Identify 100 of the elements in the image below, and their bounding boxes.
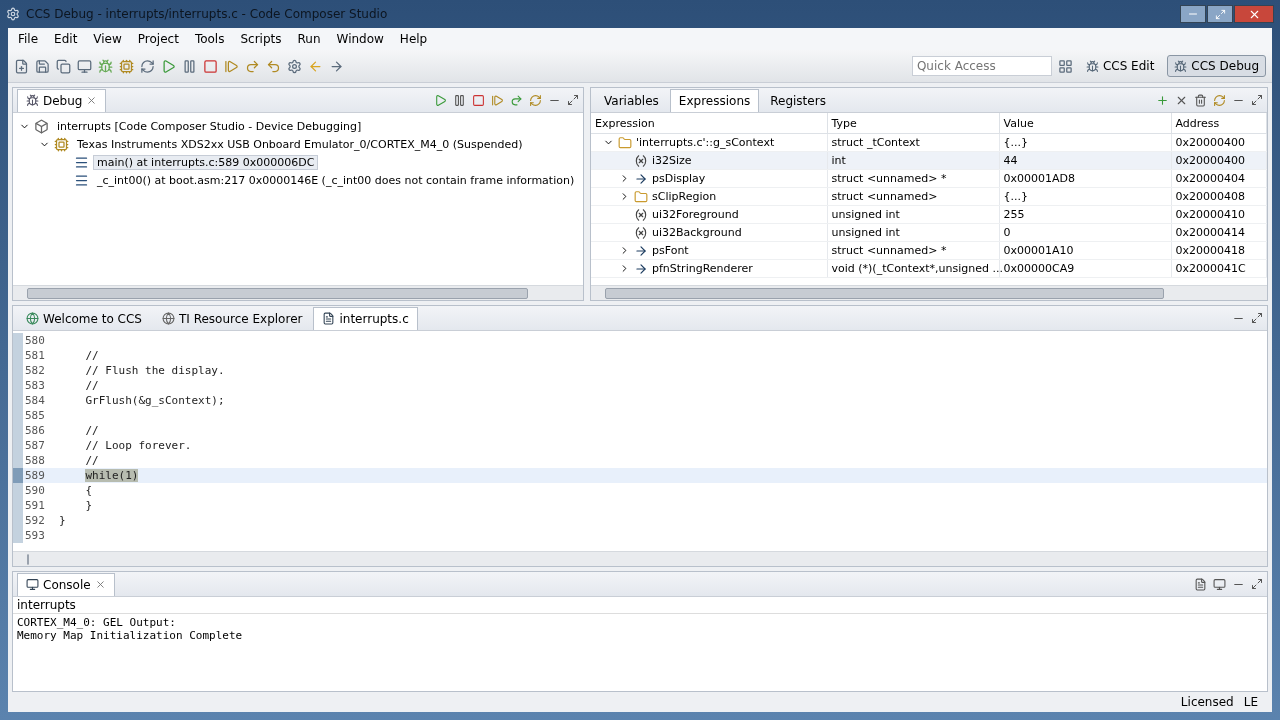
save-all-icon[interactable] [56, 58, 71, 74]
step-over-icon[interactable] [510, 93, 523, 107]
view-tab[interactable]: Expressions [669, 88, 760, 112]
display-console-icon[interactable] [1213, 577, 1226, 591]
c-file-icon[interactable] [322, 312, 336, 325]
column-header[interactable]: Type [827, 113, 999, 134]
step-return-icon[interactable] [266, 58, 281, 74]
code-line: } [84, 499, 93, 512]
debug-tree-item[interactable]: _c_int00() at boot.asm:217 0x0000146E (_c_int00 does not contain frame information) [93, 172, 579, 188]
debug-tree-item[interactable]: main() at interrupts.c:589 0x000006DC [93, 154, 319, 170]
debug-icon[interactable] [26, 94, 39, 107]
code-line: // [84, 349, 99, 362]
menu-item[interactable]: Run [289, 32, 329, 46]
forward-icon[interactable] [329, 58, 344, 74]
pointer-arrow-icon[interactable] [634, 243, 648, 258]
menu-item[interactable]: File [10, 32, 47, 46]
globe-icon[interactable] [26, 312, 39, 325]
perspective-icon[interactable] [1174, 59, 1188, 73]
maximize-icon[interactable] [1251, 312, 1263, 324]
terminate-icon[interactable] [203, 58, 218, 74]
console-tab[interactable]: Console [17, 572, 115, 596]
code-line: // Flush the display. [84, 364, 225, 377]
maximize-icon[interactable] [1251, 578, 1263, 590]
value-text: 0x00001AD8 [1003, 172, 1075, 185]
maximize-icon[interactable] [567, 94, 579, 106]
menu-item[interactable]: Edit [46, 32, 86, 46]
line-number: 580 [24, 334, 46, 347]
line-number: 587 [24, 439, 46, 452]
debug-tab[interactable]: Debug [17, 88, 107, 112]
perspective-icon[interactable] [1085, 59, 1099, 73]
new-file-icon[interactable] [14, 58, 29, 74]
minimize-button[interactable] [1180, 5, 1206, 23]
maximize-button[interactable] [1207, 5, 1233, 23]
save-icon[interactable] [35, 58, 50, 74]
column-header[interactable]: Address [1171, 113, 1267, 134]
step-into-icon[interactable] [491, 93, 504, 107]
stack-frame-icon[interactable] [74, 154, 89, 170]
line-number: 582 [24, 364, 46, 377]
remove-all-icon[interactable] [1194, 93, 1207, 107]
view-tab[interactable]: Variables [595, 88, 668, 112]
resume-icon[interactable] [434, 93, 447, 107]
variable-icon[interactable] [634, 153, 648, 168]
type-text: void (*)(_tContext*,unsigned ... [831, 262, 1003, 275]
console-icon[interactable] [26, 578, 39, 591]
menu-item[interactable]: Help [391, 32, 436, 46]
horizontal-scrollbar[interactable] [13, 551, 1267, 566]
expression-name: psFont [652, 244, 689, 257]
refresh-icon[interactable] [1213, 93, 1226, 107]
horizontal-scrollbar[interactable] [591, 285, 1267, 300]
debug-tree-item[interactable]: Texas Instruments XDS2xx USB Onboard Emulator_0/CORTEX_M4_0 (Suspended) [73, 136, 527, 152]
perspective-button[interactable]: CCS Edit [1078, 55, 1162, 77]
pointer-arrow-icon[interactable] [634, 261, 648, 276]
value-text: {...} [1003, 136, 1028, 149]
expression-name: 'interrupts.c'::g_sContext [636, 136, 775, 149]
perspective-button[interactable]: CCS Debug [1167, 55, 1266, 77]
stack-frame-icon[interactable] [74, 172, 89, 188]
open-perspective-icon[interactable] [1057, 58, 1073, 74]
close-tab-icon[interactable] [94, 579, 106, 590]
resume-icon[interactable] [161, 58, 176, 74]
debug-tree-item[interactable]: interrupts [Code Composer Studio - Device Debugging] [53, 118, 366, 134]
suspend-icon[interactable] [182, 58, 197, 74]
add-icon[interactable] [1156, 93, 1169, 107]
expression-name: sClipRegion [652, 190, 717, 203]
view-tab[interactable]: Registers [761, 88, 835, 112]
status-text: LE [1243, 695, 1258, 709]
line-number: 586 [24, 424, 46, 437]
column-header[interactable]: Value [999, 113, 1171, 134]
settings-icon[interactable] [287, 58, 302, 74]
menu-item[interactable]: Scripts [232, 32, 290, 46]
editor-tab[interactable]: TI Resource Explorer [152, 306, 312, 330]
editor-tab[interactable]: interrupts.c [313, 306, 418, 330]
terminate-icon[interactable] [472, 93, 485, 107]
expression-name: ui32Background [652, 226, 742, 239]
menu-item[interactable]: Tools [186, 32, 233, 46]
step-into-icon[interactable] [224, 58, 239, 74]
app-icon[interactable] [6, 7, 20, 21]
pointer-arrow-icon[interactable] [634, 171, 648, 186]
address-text: 0x20000410 [1175, 208, 1245, 221]
menu-item[interactable]: Project [129, 32, 187, 46]
window-title: CCS Debug - interrupts/interrupts.c - Code Composer Studio [26, 7, 388, 21]
suspend-icon[interactable] [453, 93, 466, 107]
column-header[interactable]: Expression [591, 113, 827, 134]
menu-item[interactable]: View [85, 32, 130, 46]
quick-access-field[interactable]: Quick Access [911, 56, 1052, 76]
reset-icon[interactable] [529, 93, 542, 107]
maximize-icon[interactable] [1251, 94, 1263, 106]
close-button[interactable] [1234, 5, 1274, 23]
horizontal-scrollbar[interactable] [13, 285, 583, 300]
globe-icon[interactable] [161, 312, 175, 325]
variable-icon[interactable] [634, 225, 648, 240]
refresh-icon[interactable] [140, 58, 155, 74]
line-number: 583 [24, 379, 46, 392]
editor-tab[interactable]: Welcome to CCS [17, 306, 151, 330]
variable-icon[interactable] [634, 207, 648, 222]
load-program-icon[interactable] [119, 58, 134, 74]
cpu-icon[interactable] [54, 136, 69, 152]
menu-item[interactable]: Window [328, 32, 392, 46]
close-tab-icon[interactable] [86, 95, 98, 106]
address-text: 0x20000414 [1175, 226, 1245, 239]
step-over-icon[interactable] [245, 58, 260, 74]
